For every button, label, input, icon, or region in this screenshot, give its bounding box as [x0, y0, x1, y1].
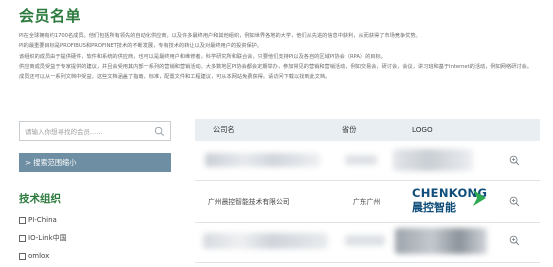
column-header-logo: LOGO — [412, 125, 433, 134]
blurred-company — [203, 233, 328, 249]
tech-item-io-link[interactable]: IO-Link中国 — [19, 229, 67, 247]
blurred-logo — [393, 149, 473, 171]
tech-group-list: PI-China IO-Link中国 omlox — [19, 211, 67, 265]
province: 广东广州 — [353, 198, 381, 206]
blurred-company — [205, 153, 320, 167]
page-title: 会员名单 — [19, 7, 82, 25]
zoom-in-icon[interactable] — [509, 196, 520, 207]
intro-paragraph: 成员还可以从一系列文档中受益，这些文档涵盖了指南，标准，配置文件和工程建议，可从… — [19, 74, 331, 81]
intro-paragraph: PI在全球拥有约1700名成员。他们包括所有领先的自动化供应商，以及许多最终用户… — [19, 33, 421, 39]
tech-item-pi-china[interactable]: PI-China — [19, 211, 67, 229]
member-search-input[interactable] — [25, 125, 145, 138]
table-header: 公司名 省份 LOGO — [195, 119, 540, 141]
table-row[interactable] — [195, 222, 540, 263]
narrow-search-button[interactable]: > 搜索范围缩小 — [19, 153, 171, 172]
search-icon[interactable] — [154, 126, 165, 137]
zoom-in-icon[interactable] — [509, 235, 520, 246]
logo-arrow-icon — [473, 190, 486, 206]
tech-group-title: 技术组织 — [19, 193, 61, 205]
intro-text: PI在全球拥有约1700名成员。他们包括所有领先的自动化供应商，以及许多最终用户… — [19, 31, 544, 82]
table-row[interactable]: 广州晨控智能技术有限公司 广东广州 CHENKONG 晨控智能 — [195, 180, 540, 223]
table-row[interactable] — [195, 141, 540, 181]
member-search-box — [19, 121, 171, 141]
checkbox[interactable] — [19, 234, 26, 242]
column-header-company: 公司名 — [213, 125, 235, 134]
intro-paragraph: 供应商成员受益于专家提供的建议，并且会受用其内部一系列的营销和营销活动。大多数地… — [19, 63, 532, 70]
company-name: 广州晨控智能技术有限公司 — [208, 198, 290, 206]
checkbox[interactable] — [19, 252, 26, 260]
zoom-in-icon[interactable] — [509, 155, 520, 166]
blurred-logo — [395, 228, 487, 254]
checkbox[interactable] — [19, 216, 26, 224]
tech-item-label: omlox — [28, 252, 50, 260]
blurred-province — [345, 155, 377, 165]
tech-item-label: IO-Link中国 — [28, 234, 67, 242]
blurred-province — [345, 235, 385, 246]
intro-paragraph: 该组织的成员由于提供硬件，软件和系统的供应商，也可以是最终用户和维修者，科学研究… — [19, 53, 386, 60]
intro-paragraph: PI的最重要目标是PROFIBUS和PROFINET技术的不断发展，专有技术的转… — [19, 43, 263, 50]
tech-item-label: PI-China — [28, 216, 57, 224]
tech-item-omlox[interactable]: omlox — [19, 247, 67, 265]
column-header-province: 省份 — [342, 125, 357, 134]
